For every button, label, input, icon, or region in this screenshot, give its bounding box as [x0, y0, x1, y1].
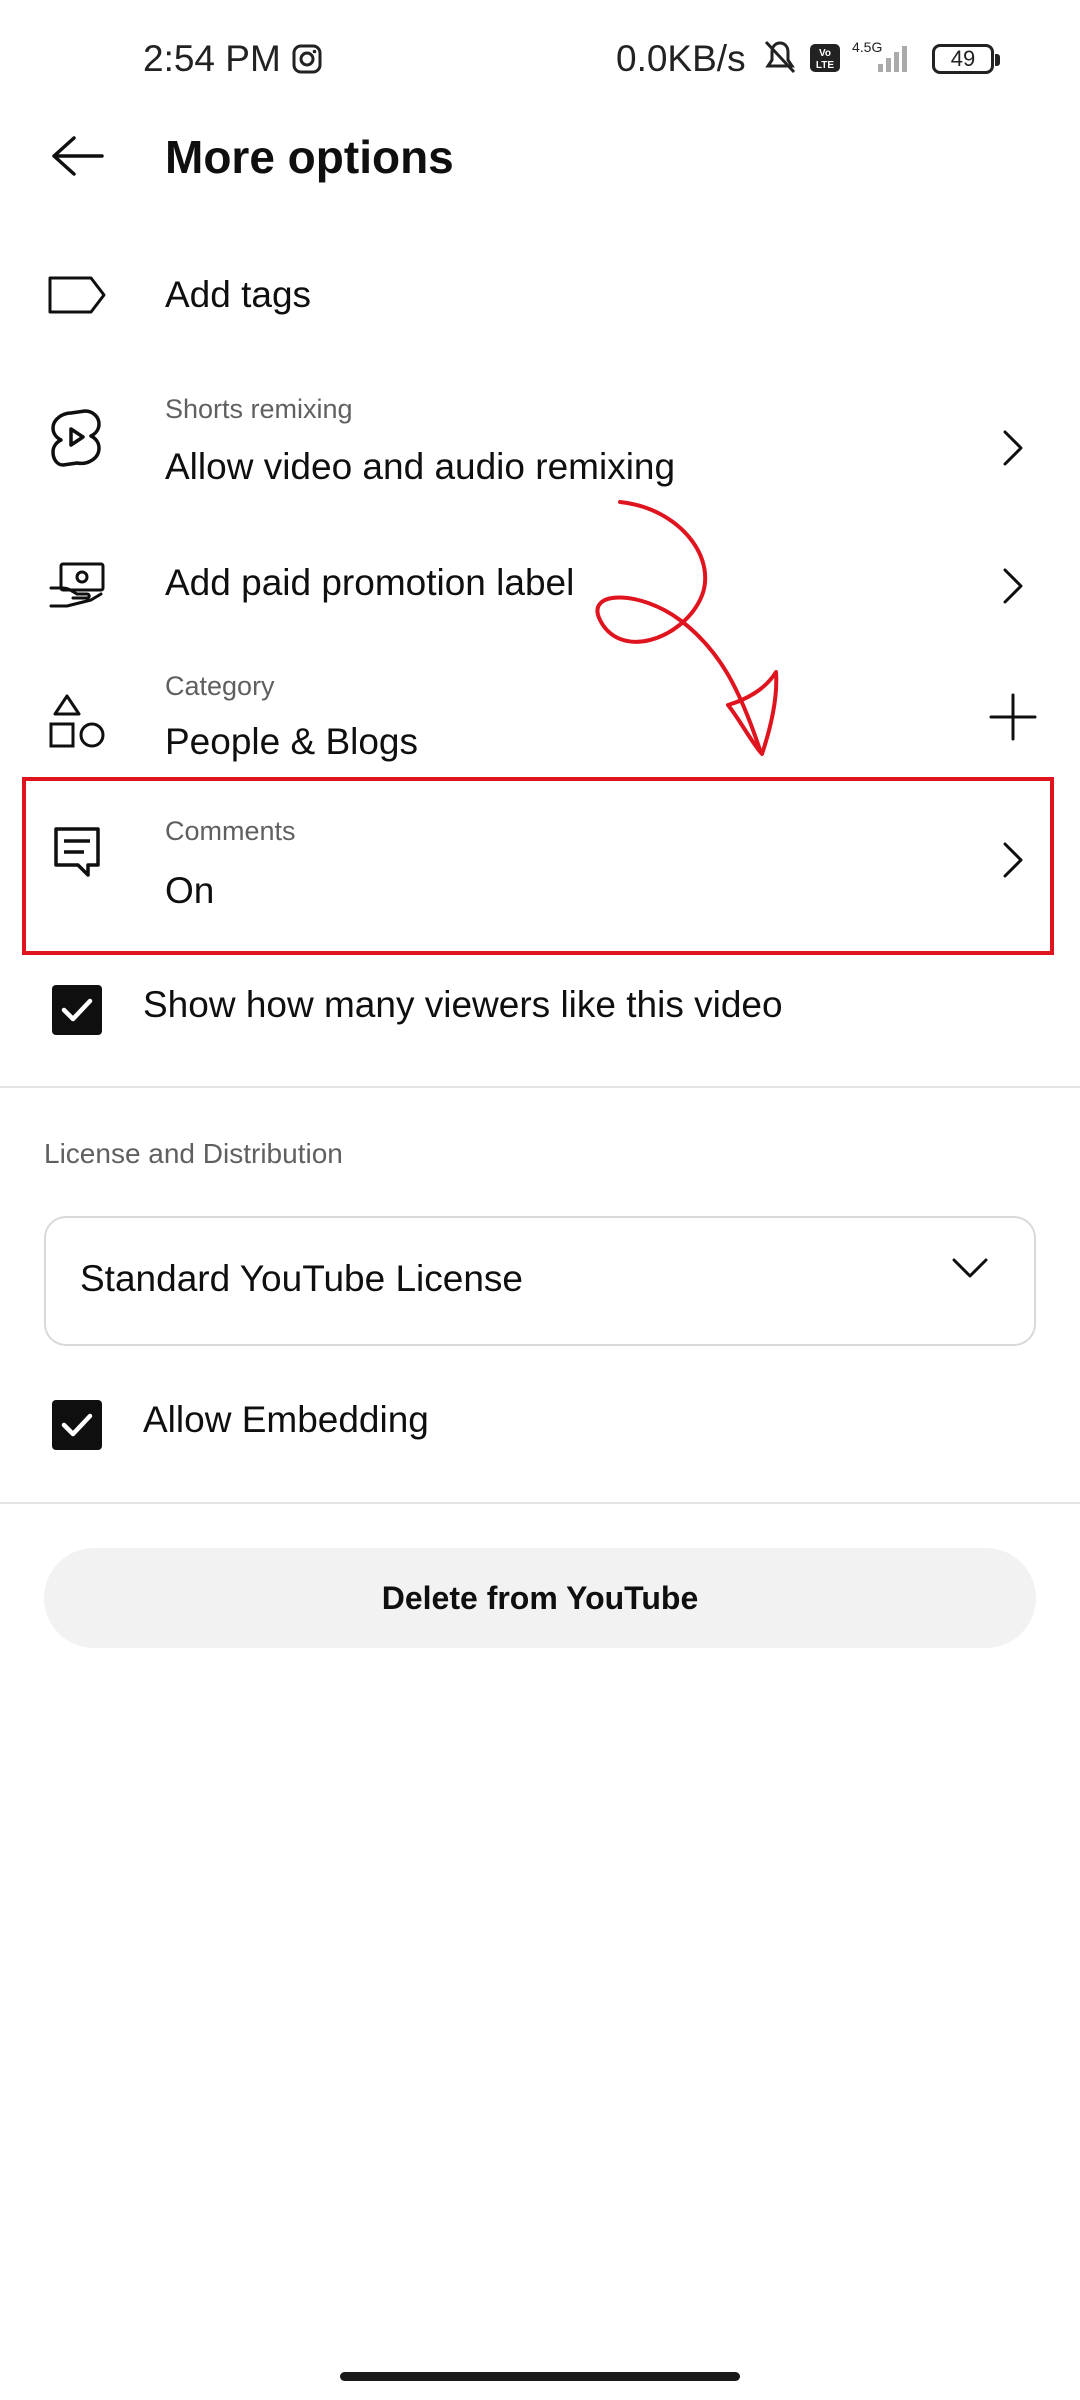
tag-icon [44, 262, 110, 328]
license-select-value: Standard YouTube License [80, 1258, 523, 1299]
add-tags-row[interactable]: Add tags [0, 250, 1080, 340]
network-speed: 0.0KB/s [616, 38, 746, 79]
shorts-remixing-row[interactable]: Shorts remixing Allow video and audio re… [0, 380, 1080, 500]
status-time: 2:54 PM [143, 38, 281, 79]
show-likes-row[interactable]: Show how many viewers like this video [0, 970, 1080, 1050]
check-icon [61, 998, 93, 1022]
battery-indicator: 49 [932, 44, 1000, 74]
arrow-left-icon [52, 136, 104, 176]
section-divider [0, 1502, 1080, 1504]
section-divider [0, 1086, 1080, 1088]
instagram-icon [292, 44, 322, 79]
chevron-down-icon [950, 1256, 990, 1285]
license-section-label: License and Distribution [44, 1138, 343, 1169]
svg-text:Vo: Vo [819, 48, 831, 59]
back-button[interactable] [40, 118, 116, 194]
allow-embedding-label: Allow Embedding [143, 1399, 429, 1440]
shorts-remixing-sublabel: Shorts remixing [165, 394, 353, 424]
allow-embedding-row[interactable]: Allow Embedding [0, 1385, 1080, 1465]
show-likes-label: Show how many viewers like this video [143, 984, 783, 1025]
mute-icon [764, 40, 796, 74]
paid-promotion-icon [44, 552, 110, 618]
svg-text:4.5G: 4.5G [852, 39, 882, 55]
paid-promotion-row[interactable]: Add paid promotion label [0, 540, 1080, 630]
delete-from-youtube-button[interactable]: Delete from YouTube [44, 1548, 1036, 1648]
shorts-remixing-value: Allow video and audio remixing [165, 446, 676, 487]
chevron-right-icon [985, 558, 1041, 614]
shorts-remix-icon [44, 405, 110, 471]
svg-text:LTE: LTE [816, 60, 834, 71]
plus-icon[interactable] [985, 689, 1041, 745]
status-icons: Vo LTE 4.5G [760, 38, 920, 83]
page-title: More options [165, 131, 454, 183]
paid-promotion-label: Add paid promotion label [165, 562, 575, 603]
show-likes-checkbox[interactable] [52, 985, 102, 1035]
check-icon [61, 1413, 93, 1437]
category-row[interactable]: Category People & Blogs [0, 665, 1080, 775]
category-value: People & Blogs [165, 721, 419, 762]
license-select[interactable]: Standard YouTube License [44, 1216, 1036, 1346]
shapes-icon [44, 689, 110, 755]
add-tags-label: Add tags [165, 274, 312, 315]
chevron-right-icon [985, 420, 1041, 476]
allow-embedding-checkbox[interactable] [52, 1400, 102, 1450]
annotation-highlight-box [22, 777, 1054, 955]
category-sublabel: Category [165, 671, 275, 701]
home-indicator[interactable] [340, 2372, 740, 2381]
